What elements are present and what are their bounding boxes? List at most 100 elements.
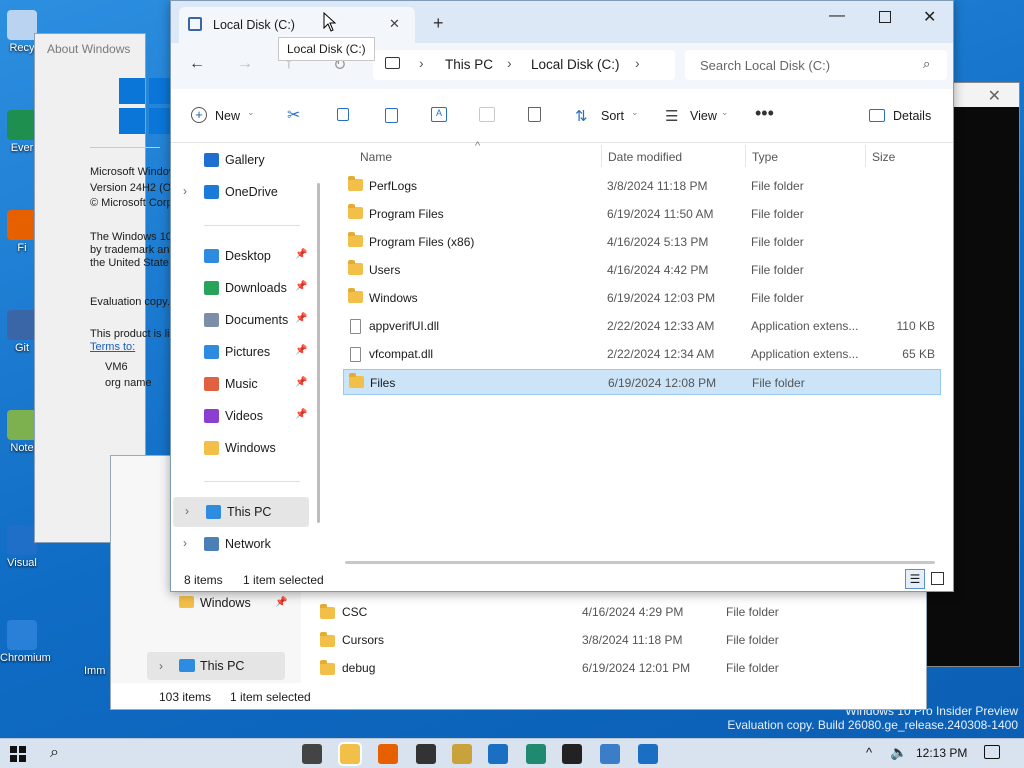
pin-icon[interactable]: 📌 — [295, 377, 307, 388]
sidebar-item-pictures[interactable]: Pictures 📌 — [171, 337, 323, 367]
file-name: appverifUI.dll — [369, 319, 440, 333]
table-row[interactable]: Program Files (x86) 4/16/2024 5:13 PM File… — [343, 229, 941, 255]
search-box[interactable]: Search Local Disk (C:) ⌕ — [685, 50, 947, 80]
sidebar-item-network[interactable]: › Network — [171, 529, 323, 559]
sidebar-item-music[interactable]: Music 📌 — [171, 369, 323, 399]
close-window-icon[interactable]: ✕ — [923, 7, 936, 27]
photos-icon[interactable] — [488, 744, 508, 764]
search-icon[interactable]: ⌕ — [50, 744, 59, 762]
minimize-icon[interactable]: — — [829, 7, 845, 25]
terms-link[interactable]: Terms to: — [90, 341, 135, 353]
table-row[interactable]: appverifUI.dll 2/22/2024 12:33 AM Applicat… — [343, 313, 941, 339]
column-date-modified[interactable]: Date modified — [608, 150, 682, 164]
sidebar-item-label: This PC — [227, 505, 272, 519]
notifications-icon[interactable] — [984, 745, 1000, 759]
close-icon[interactable]: ✕ — [988, 86, 1001, 106]
address-bar[interactable]: › This PC › Local Disk (C:) › — [373, 50, 675, 80]
back-nav-windows[interactable]: Windows — [200, 596, 251, 610]
cmd-icon[interactable] — [562, 744, 582, 764]
new-button[interactable]: + New ⌄ — [191, 107, 261, 127]
file-date: 4/16/2024 5:13 PM — [607, 235, 709, 249]
app-icon — [7, 210, 37, 240]
table-row[interactable]: Program Files 6/19/2024 11:50 AM File fold… — [343, 201, 941, 227]
table-row[interactable]: Users 4/16/2024 4:42 PM File folder — [343, 257, 941, 283]
details-button[interactable]: Details — [869, 107, 935, 127]
tooltip: Local Disk (C:) — [278, 37, 375, 61]
file-type: File folder — [751, 179, 804, 193]
table-row[interactable]: vfcompat.dll 2/22/2024 12:34 AM Applicatio… — [343, 341, 941, 367]
paste-icon[interactable] — [385, 108, 398, 123]
sidebar-item-videos[interactable]: Videos 📌 — [171, 401, 323, 431]
delete-icon[interactable] — [528, 107, 541, 122]
chevron-up-icon[interactable]: ^ — [866, 745, 872, 760]
remote-desktop-icon[interactable] — [638, 744, 658, 764]
copy-icon[interactable] — [337, 108, 349, 121]
file-type: Application extens... — [751, 347, 859, 361]
sidebar-item-this-pc[interactable]: › This PC — [173, 497, 309, 527]
table-row[interactable]: Files 6/19/2024 12:08 PM File folder — [343, 369, 941, 395]
maximize-icon[interactable] — [879, 11, 891, 23]
rename-icon[interactable]: A — [431, 107, 447, 122]
pin-icon[interactable]: 📌 — [295, 409, 307, 420]
table-row[interactable]: CSC 4/16/2024 4:29 PM File folder — [316, 601, 916, 625]
clock[interactable]: 12:13 PM — [916, 746, 967, 760]
task-view-icon[interactable] — [302, 744, 322, 764]
sidebar-item-windows[interactable]: Windows — [171, 433, 323, 463]
more-options-icon[interactable]: ••• — [755, 103, 774, 124]
close-tab-icon[interactable]: ✕ — [389, 16, 400, 32]
cut-icon[interactable]: ✂ — [287, 105, 300, 125]
firefox-icon[interactable] — [378, 744, 398, 764]
search-input[interactable]: Search Local Disk (C:) — [700, 58, 830, 73]
table-row[interactable]: Cursors 3/8/2024 11:18 PM File folder — [316, 629, 916, 653]
column-type[interactable]: Type — [752, 150, 778, 164]
chevron-right-icon: › — [159, 659, 163, 673]
row-date: 4/16/2024 4:29 PM — [582, 605, 684, 619]
pin-icon[interactable]: 📌 — [295, 281, 307, 292]
notepad-icon[interactable] — [600, 744, 620, 764]
pin-icon[interactable]: 📌 — [295, 345, 307, 356]
desktop-icon[interactable]: Chromium — [0, 620, 51, 664]
about-org: org name — [105, 377, 152, 389]
sort-button[interactable]: ⇅ Sort ⌄ — [575, 107, 639, 127]
new-tab-icon[interactable]: + — [433, 13, 444, 34]
back-arrow-icon[interactable]: ← — [189, 55, 205, 73]
details-label: Details — [893, 109, 932, 123]
plus-icon: + — [191, 107, 207, 123]
tiles-view-icon[interactable] — [931, 572, 944, 585]
pin-icon[interactable]: 📌 — [295, 249, 307, 260]
horizontal-scrollbar[interactable] — [345, 561, 935, 564]
share-icon[interactable] — [479, 107, 495, 122]
sidebar-item-onedrive[interactable]: › OneDrive — [171, 177, 323, 207]
table-row[interactable]: PerfLogs 3/8/2024 11:18 PM File folder — [343, 173, 941, 199]
row-type: File folder — [726, 633, 779, 647]
sidebar-item-documents[interactable]: Documents 📌 — [171, 305, 323, 335]
breadcrumb-this-pc[interactable]: This PC — [445, 57, 493, 72]
view-button[interactable]: ☰ View ⌄ — [665, 107, 731, 127]
table-row[interactable]: Windows 6/19/2024 12:03 PM File folder — [343, 285, 941, 311]
file-explorer-icon[interactable] — [338, 742, 362, 766]
nav-icon — [204, 409, 219, 423]
nav-scrollbar[interactable] — [317, 183, 320, 523]
sidebar-item-gallery[interactable]: Gallery — [171, 145, 323, 175]
sidebar-item-downloads[interactable]: Downloads 📌 — [171, 273, 323, 303]
back-nav-thispc[interactable]: › This PC — [147, 652, 285, 680]
volume-muted-icon[interactable]: 🔈 — [890, 744, 907, 761]
nav-icon — [206, 505, 221, 519]
forward-arrow-icon[interactable]: → — [237, 55, 253, 73]
breadcrumb-local-disk[interactable]: Local Disk (C:) — [531, 57, 620, 72]
column-size[interactable]: Size — [872, 150, 895, 164]
table-row[interactable]: debug 6/19/2024 12:01 PM File folder — [316, 657, 916, 681]
sidebar-item-desktop[interactable]: Desktop 📌 — [171, 241, 323, 271]
computer-icon — [385, 57, 400, 69]
app-icon[interactable] — [452, 744, 472, 764]
edge-icon[interactable] — [526, 744, 546, 764]
file-type: File folder — [751, 235, 804, 249]
terminal-icon[interactable] — [416, 744, 436, 764]
watermark-line2: Evaluation copy. Build 26080.ge_release.… — [727, 718, 1018, 732]
start-icon[interactable] — [10, 746, 26, 762]
pin-icon[interactable]: 📌 — [295, 313, 307, 324]
column-name[interactable]: Name — [360, 150, 392, 164]
nav-icon — [204, 153, 219, 167]
details-view-icon[interactable]: ☰ — [905, 569, 925, 589]
file-name: vfcompat.dll — [369, 347, 434, 361]
